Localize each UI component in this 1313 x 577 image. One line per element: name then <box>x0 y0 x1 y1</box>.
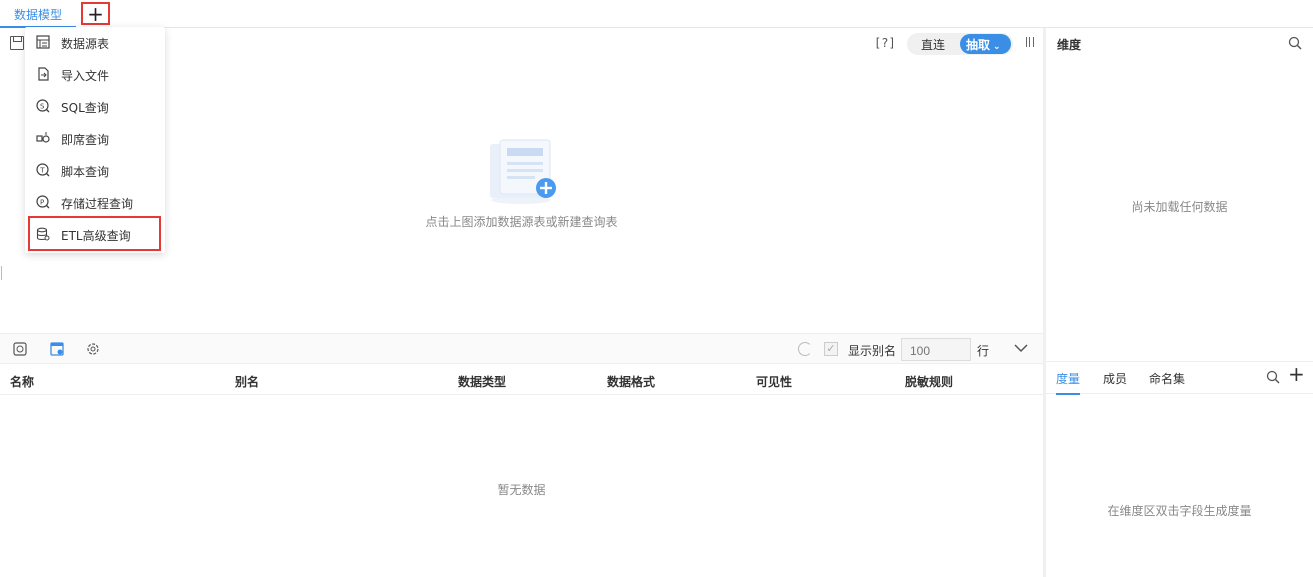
tab-named-set[interactable]: 命名集 <box>1149 370 1185 387</box>
column-header-data-format[interactable]: 数据格式 <box>607 373 655 390</box>
menu-item-label: SQL查询 <box>61 101 109 115</box>
refresh-icon[interactable] <box>798 342 812 356</box>
dimension-measure-panel: 维度 尚未加载任何数据 度量 成员 命名集 + 在维度区双击字段生成度量 <box>1046 28 1313 577</box>
column-header-name[interactable]: 名称 <box>10 373 34 390</box>
menu-item-stored-procedure-query[interactable]: P 存储过程查询 <box>25 187 165 217</box>
script-query-icon: T <box>36 163 50 177</box>
row-unit-label: 行 <box>977 344 990 358</box>
measure-tab-bar: 度量 成员 命名集 + <box>1046 361 1313 395</box>
chevron-down-icon: ⌄ <box>993 42 1001 52</box>
import-file-icon <box>38 67 49 81</box>
sql-query-icon: S <box>36 99 50 113</box>
menu-item-label: 数据源表 <box>61 37 110 51</box>
table-icon <box>36 35 50 49</box>
mode-extract-option[interactable]: 抽取 ⌄ <box>960 34 1011 54</box>
add-table-menu: 数据源表 导入文件 S SQL查询 即席查询 T 脚本查询 P 存储过程查询 E… <box>25 27 165 253</box>
menu-item-label: 存储过程查询 <box>61 197 134 211</box>
empty-canvas-illustration[interactable] <box>488 138 558 208</box>
field-table-empty: 暂无数据 <box>497 483 546 497</box>
highlight-box <box>28 216 161 251</box>
chevron-down-icon[interactable] <box>1013 342 1029 354</box>
column-header-masking-rule[interactable]: 脱敏规则 <box>905 373 953 390</box>
show-alias-checkbox[interactable]: ✓ <box>824 342 838 356</box>
dimension-title: 维度 <box>1057 38 1082 52</box>
stored-procedure-icon: P <box>36 195 50 209</box>
column-header-alias[interactable]: 别名 <box>235 373 259 390</box>
field-table-header: 名称 别名 数据类型 数据格式 可见性 脱敏规则 <box>0 365 1043 395</box>
columns-icon[interactable] <box>1026 37 1034 47</box>
preview-icon[interactable] <box>13 342 27 356</box>
show-alias-label: 显示别名 <box>848 344 897 358</box>
help-button[interactable]: [?] <box>874 36 896 50</box>
tab-measure[interactable]: 度量 <box>1056 370 1081 395</box>
adhoc-query-icon <box>36 132 50 143</box>
svg-text:P: P <box>40 199 44 207</box>
tab-bar: 数据模型 + <box>0 0 1313 28</box>
svg-text:S: S <box>40 103 45 111</box>
menu-item-datasource-table[interactable]: 数据源表 <box>25 27 165 57</box>
plus-icon: + <box>87 1 104 26</box>
menu-item-import-file[interactable]: 导入文件 <box>25 59 165 89</box>
column-header-visibility[interactable]: 可见性 <box>756 373 792 390</box>
save-icon[interactable] <box>10 36 24 50</box>
menu-item-script-query[interactable]: T 脚本查询 <box>25 155 165 185</box>
menu-item-label: 即席查询 <box>61 133 110 147</box>
splitter-handle[interactable] <box>1 266 2 280</box>
svg-text:T: T <box>39 167 45 175</box>
dimension-empty-text: 尚未加载任何数据 <box>1131 200 1228 214</box>
row-count-input[interactable] <box>901 338 971 361</box>
settings-icon[interactable] <box>86 342 100 356</box>
tab-member[interactable]: 成员 <box>1103 370 1127 387</box>
menu-item-label: 脚本查询 <box>61 165 110 179</box>
menu-item-label: 导入文件 <box>61 69 110 83</box>
mode-toggle[interactable]: 直连 抽取 ⌄ <box>907 33 1013 55</box>
menu-item-sql-query[interactable]: S SQL查询 <box>25 91 165 121</box>
add-tab-button[interactable]: + <box>81 2 110 25</box>
measure-empty-text: 在维度区双击字段生成度量 <box>1107 504 1252 518</box>
field-view-icon[interactable] <box>50 342 64 356</box>
tab-data-model[interactable]: 数据模型 <box>0 0 77 28</box>
field-toolbar: ✓ 显示别名 行 <box>0 333 1043 364</box>
menu-item-adhoc-query[interactable]: 即席查询 <box>25 123 165 153</box>
search-icon[interactable] <box>1288 36 1302 50</box>
mode-direct-option[interactable]: 直连 <box>921 36 945 53</box>
add-measure-button[interactable]: + <box>1288 364 1305 384</box>
column-header-data-type[interactable]: 数据类型 <box>458 373 506 390</box>
search-icon[interactable] <box>1266 370 1280 384</box>
